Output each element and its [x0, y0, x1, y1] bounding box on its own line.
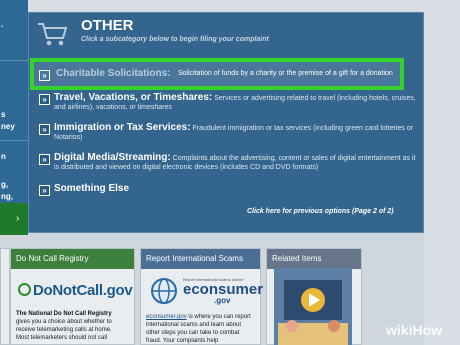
globe-icon: [151, 278, 177, 304]
subcategory-title[interactable]: Charitable Solicitations:: [56, 68, 170, 79]
double-chevron-icon: »: [39, 124, 50, 135]
card-header[interactable]: Related Items: [267, 249, 361, 269]
phone-icon: [18, 283, 31, 296]
top-bar: [28, 0, 424, 12]
video-illustration: [274, 268, 352, 345]
category-subtitle: Click a subcategory below to begin filin…: [81, 36, 269, 43]
econsumer-link[interactable]: econsumer.gov: [146, 314, 187, 320]
subcategory-travel[interactable]: » Travel, Vacations, or Timeshares: Serv…: [39, 93, 417, 112]
left-menu-fragment[interactable]: g,: [1, 180, 8, 190]
left-menu-fragment[interactable]: n: [1, 152, 6, 162]
subcategory-description: Solicitation of funds by a charity or th…: [178, 70, 393, 77]
category-panel: OTHER Click a subcategory below to begin…: [28, 12, 424, 233]
left-menu: . s ney n g, ng,: [0, 0, 28, 235]
left-menu-divider: [0, 60, 28, 61]
card-header[interactable]: Report International Scams: [141, 249, 260, 269]
card-partial-left: [0, 248, 10, 345]
left-menu-fragment[interactable]: s: [1, 110, 5, 120]
left-menu-active-item[interactable]: ›: [0, 203, 28, 235]
left-menu-divider: [0, 140, 28, 141]
wikihow-watermark: wikiHow: [386, 322, 443, 338]
double-chevron-icon: »: [39, 94, 50, 105]
page-right-margin: [424, 0, 460, 345]
subcategory-title[interactable]: Digital Media/Streaming:: [54, 152, 171, 163]
subcategory-charitable-highlighted[interactable]: » Charitable Solicitations: Solicitation…: [30, 58, 404, 90]
previous-options-link[interactable]: Click here for previous options (Page 2 …: [247, 208, 394, 215]
econsumer-body: econsumer.gov is where you can report in…: [146, 313, 254, 345]
left-menu-fragment[interactable]: ng,: [1, 192, 13, 202]
donotcall-body-text: gives you a choice about whether to rece…: [16, 319, 112, 341]
subcategory-title[interactable]: Something Else: [54, 183, 129, 194]
subcategory-something-else[interactable]: » Something Else: [39, 183, 417, 196]
double-chevron-icon: »: [39, 185, 50, 196]
donotcall-logo-text: DoNotCall.gov: [33, 282, 133, 299]
econsumer-logo-suffix: .gov: [214, 296, 231, 305]
subcategory-immigration[interactable]: » Immigration or Tax Services: Fraudulen…: [39, 123, 417, 142]
subcategory-title[interactable]: Immigration or Tax Services:: [54, 122, 191, 133]
card-header[interactable]: Do Not Call Registry: [11, 249, 134, 269]
left-menu-fragment[interactable]: ney: [1, 122, 15, 132]
left-menu-fragment[interactable]: .: [1, 20, 3, 30]
shopping-cart-icon: [38, 23, 68, 46]
category-title: OTHER: [81, 17, 134, 34]
subcategory-title[interactable]: Travel, Vacations, or Timeshares:: [54, 92, 212, 103]
subcategory-digital-media[interactable]: » Digital Media/Streaming: Complaints ab…: [39, 153, 417, 172]
donotcall-body: The National Do Not Call Registry gives …: [16, 310, 124, 342]
related-video-thumbnail[interactable]: [274, 268, 352, 345]
double-chevron-icon: »: [39, 154, 50, 165]
donotcall-body-bold: The National Do Not Call Registry: [16, 311, 112, 317]
double-chevron-icon: »: [39, 70, 50, 81]
donotcall-logo[interactable]: DoNotCall.gov: [18, 282, 133, 299]
chevron-right-icon: ›: [16, 213, 20, 224]
